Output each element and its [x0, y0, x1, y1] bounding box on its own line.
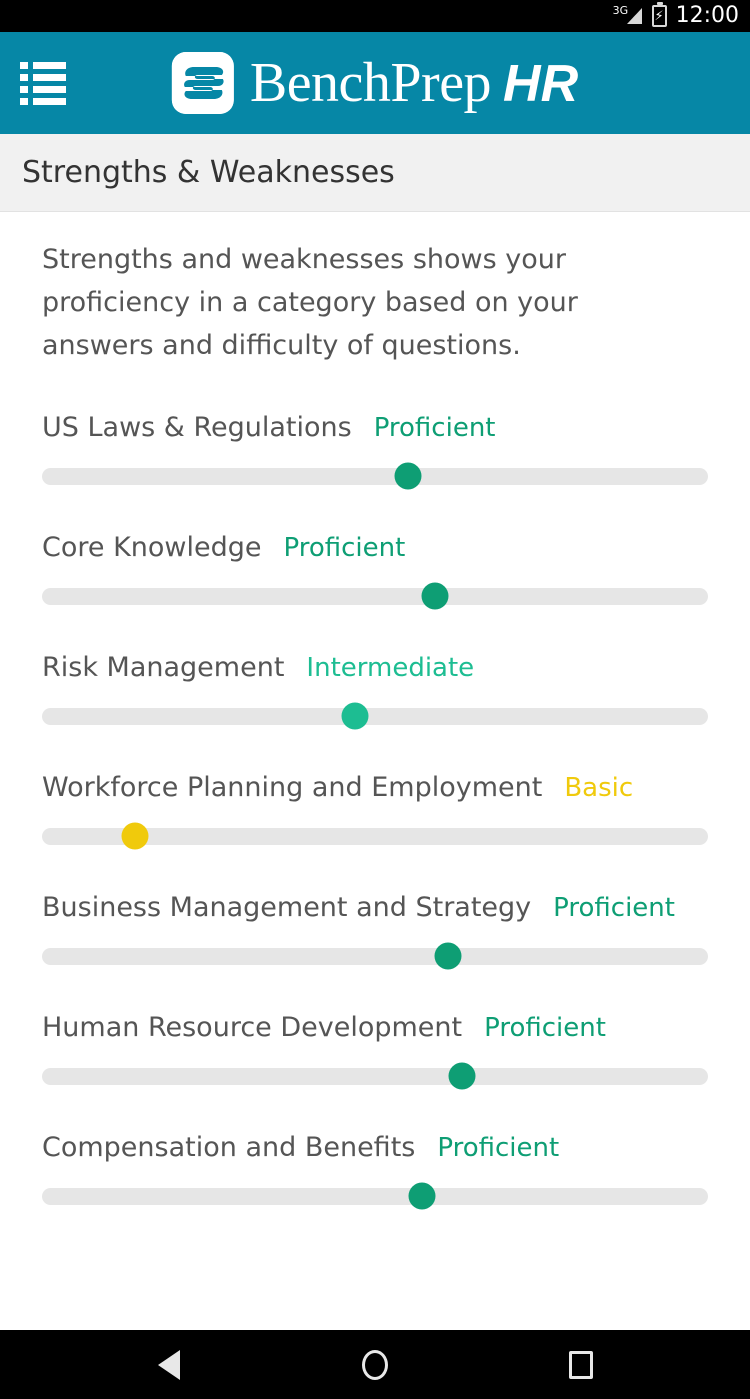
battery-charging-icon: ⚡ — [651, 2, 667, 27]
skill-name: Risk Management — [42, 652, 285, 683]
skill-header: Compensation and Benefits Proficient — [42, 1132, 708, 1164]
home-circle-icon[interactable] — [347, 1337, 403, 1393]
brand-suffix: HR — [503, 55, 579, 113]
skill-header: Human Resource Development Proficient — [42, 1012, 708, 1044]
page-title: Strengths & Weaknesses — [22, 154, 395, 190]
slider-knob[interactable] — [341, 702, 369, 730]
slider-knob[interactable] — [421, 582, 449, 610]
brand-text: BenchPrep HR — [250, 55, 578, 111]
signal-triangle — [626, 8, 642, 24]
slider-knob[interactable] — [121, 822, 149, 850]
skill-level-label: Proficient — [373, 413, 496, 443]
menu-line — [33, 85, 66, 93]
skill-level-label: Proficient — [553, 893, 675, 923]
slider-track — [42, 947, 708, 965]
skill-item: Core Knowledge Proficient — [42, 532, 708, 610]
skill-header: Risk Management Intermediate — [42, 652, 708, 684]
skill-name: Core Knowledge — [42, 532, 262, 563]
skill-list: US Laws & Regulations Proficient Core Know… — [42, 413, 708, 1253]
skill-item: Compensation and Benefits Proficient — [42, 1132, 708, 1210]
menu-bullet — [20, 73, 28, 81]
skill-name: US Laws & Regulations — [42, 412, 352, 443]
slider-track — [42, 587, 708, 605]
skill-name: Workforce Planning and Employment — [42, 772, 543, 803]
skill-header: Workforce Planning and Employment Basic — [42, 772, 708, 804]
skill-item: Business Management and Strategy Proficie… — [42, 892, 708, 970]
main-content: Strengths and weaknesses shows your prof… — [0, 212, 750, 1330]
app-header: BenchPrep HR — [0, 32, 750, 134]
skill-item: US Laws & Regulations Proficient — [42, 412, 708, 490]
skill-level-label: Proficient — [283, 533, 406, 563]
charging-bolt-glyph: ⚡ — [654, 8, 664, 24]
skill-level-label: Proficient — [484, 1013, 606, 1043]
skill-name: Human Resource Development — [42, 1012, 463, 1043]
skill-level-label: Basic — [564, 773, 634, 803]
signal-bars-icon: 3G — [613, 5, 643, 27]
skill-progress-slider[interactable] — [42, 822, 708, 850]
skill-progress-slider[interactable] — [42, 1062, 708, 1090]
skill-item: Human Resource Development Proficient — [42, 1012, 708, 1090]
status-bar: 3G ⚡ 12:00 — [0, 0, 750, 32]
skill-header: Business Management and Strategy Proficie… — [42, 892, 708, 924]
skill-progress-slider[interactable] — [42, 462, 708, 490]
slider-track — [42, 1067, 708, 1085]
skill-progress-slider[interactable] — [42, 942, 708, 970]
brand-name: BenchPrep — [249, 52, 492, 114]
recents-square-icon[interactable] — [553, 1337, 609, 1393]
skill-item: Workforce Planning and Employment Basic — [42, 772, 708, 850]
skill-level-label: Proficient — [437, 1133, 560, 1163]
menu-row — [20, 97, 66, 105]
slider-track — [42, 467, 708, 485]
benchprep-logo-icon — [171, 52, 234, 114]
skill-progress-slider[interactable] — [42, 582, 708, 610]
page-title-bar: Strengths & Weaknesses — [0, 134, 750, 212]
menu-line — [33, 73, 66, 81]
slider-track — [42, 707, 708, 725]
menu-row — [20, 85, 66, 93]
list-menu-icon[interactable] — [20, 60, 66, 106]
intro-description: Strengths and weaknesses shows your prof… — [42, 244, 578, 361]
menu-line — [33, 97, 66, 105]
slider-track — [42, 1187, 708, 1205]
status-bar-clock: 12:00 — [675, 3, 739, 28]
brand-lockup[interactable]: BenchPrep HR — [171, 52, 578, 114]
skill-level-label: Intermediate — [306, 653, 475, 683]
skill-name: Compensation and Benefits — [42, 1132, 416, 1163]
menu-line — [33, 61, 66, 69]
menu-bullet — [20, 97, 28, 105]
menu-bullet — [20, 85, 28, 93]
menu-bullet — [20, 61, 28, 69]
slider-knob[interactable] — [434, 942, 462, 970]
slider-knob[interactable] — [394, 462, 422, 490]
home-glyph — [362, 1349, 388, 1380]
skill-item: Risk Management Intermediate — [42, 652, 708, 730]
skill-progress-slider[interactable] — [42, 702, 708, 730]
skill-progress-slider[interactable] — [42, 1182, 708, 1210]
menu-row — [20, 73, 66, 81]
menu-row — [20, 61, 66, 69]
status-bar-right: 3G ⚡ 12:00 — [613, 2, 739, 28]
android-nav-bar — [0, 1330, 750, 1399]
slider-knob[interactable] — [408, 1182, 436, 1210]
skill-header: Core Knowledge Proficient — [42, 532, 708, 564]
skill-name: Business Management and Strategy — [42, 892, 532, 923]
skill-header: US Laws & Regulations Proficient — [42, 412, 708, 444]
slider-knob[interactable] — [448, 1062, 476, 1090]
phone-screen: 3G ⚡ 12:00 BenchPrep HR Strengths & Weak… — [0, 0, 750, 1399]
recents-glyph — [569, 1350, 593, 1379]
back-glyph — [158, 1349, 180, 1380]
back-triangle-icon[interactable] — [141, 1337, 197, 1393]
